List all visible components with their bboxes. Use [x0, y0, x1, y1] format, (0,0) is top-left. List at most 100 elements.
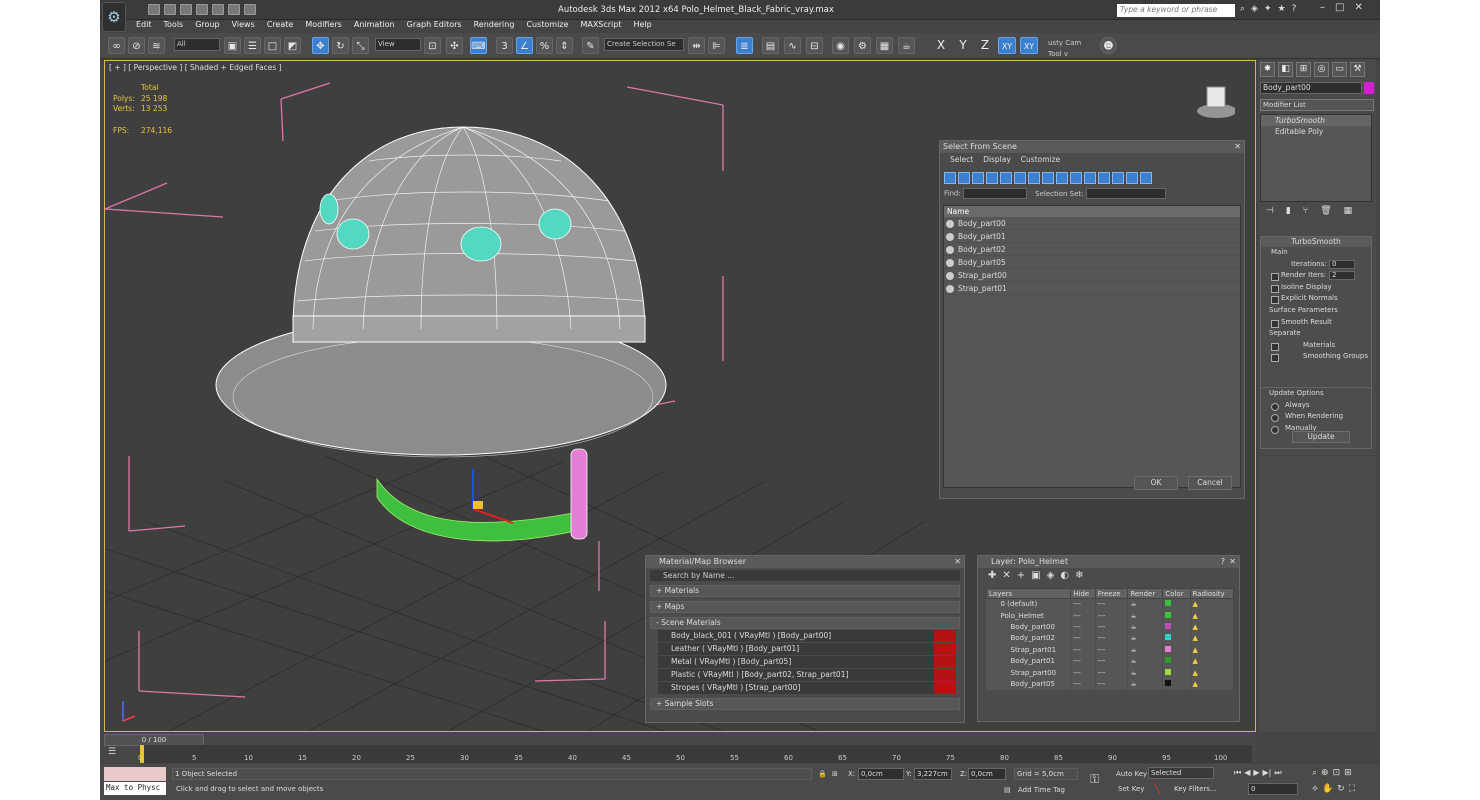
- freeze-cell[interactable]: ---: [1095, 678, 1129, 690]
- layer-color-swatch[interactable]: [1165, 634, 1172, 641]
- lock-selection-icon[interactable]: 🔒: [818, 770, 827, 778]
- minimize-icon[interactable]: –: [1320, 2, 1325, 13]
- previous-frame-icon[interactable]: ◀: [1244, 768, 1250, 778]
- manipulate-icon[interactable]: ✣: [446, 37, 463, 54]
- display-all-icon[interactable]: [1112, 172, 1124, 184]
- render-icon[interactable]: ☕: [1127, 598, 1164, 610]
- curve-editor-icon[interactable]: ∿: [784, 37, 801, 54]
- select-and-rotate-icon[interactable]: ↻: [332, 37, 349, 54]
- close-icon[interactable]: ✕: [954, 556, 961, 568]
- select-object-icon[interactable]: ▣: [224, 37, 241, 54]
- motion-tab-icon[interactable]: ◎: [1314, 62, 1329, 77]
- filter-lights-icon[interactable]: [972, 172, 984, 184]
- save-file-icon[interactable]: [180, 4, 192, 15]
- menu-maxscript[interactable]: MAXScript: [574, 20, 627, 32]
- menu-animation[interactable]: Animation: [348, 20, 401, 32]
- color-cell[interactable]: [1162, 644, 1191, 656]
- hide-cell[interactable]: ---: [1070, 632, 1096, 645]
- object-color-swatch[interactable]: [1364, 82, 1374, 94]
- filter-helpers-icon[interactable]: [1000, 172, 1012, 184]
- table-row[interactable]: Polo_Helmet --- --- ☕ ▲: [986, 609, 1235, 622]
- freeze-all-icon[interactable]: ❄: [1075, 570, 1083, 582]
- rect-selection-icon[interactable]: □: [264, 37, 281, 54]
- strap-buckle[interactable]: [570, 448, 588, 540]
- menu-tools[interactable]: Tools: [158, 20, 190, 32]
- display-none-icon[interactable]: [1126, 172, 1138, 184]
- color-cell[interactable]: [1162, 598, 1191, 610]
- maxscript-listener-pink[interactable]: [104, 767, 166, 781]
- app-logo-icon[interactable]: ⚙: [102, 2, 126, 32]
- angle-snap-icon[interactable]: ∠: [516, 37, 533, 54]
- col-hide[interactable]: Hide: [1070, 588, 1096, 599]
- hide-all-icon[interactable]: ◐: [1060, 570, 1069, 582]
- window-crossing-icon[interactable]: ◩: [284, 37, 301, 54]
- search-icon[interactable]: ⌕: [1240, 4, 1245, 14]
- z-coordinate-field[interactable]: 0,0cm: [968, 768, 1006, 780]
- next-frame-icon[interactable]: ▶|: [1263, 768, 1272, 778]
- redo-icon[interactable]: [212, 4, 224, 15]
- close-icon[interactable]: ✕: [1354, 2, 1362, 13]
- table-row[interactable]: Body_part05 --- --- ☕ ▲: [986, 678, 1235, 690]
- select-and-scale-icon[interactable]: ⤡: [352, 37, 369, 54]
- filter-xrefs-icon[interactable]: [1042, 172, 1054, 184]
- freeze-cell[interactable]: ---: [1095, 598, 1129, 610]
- material-item[interactable]: Stropes ( VRayMtl ) [Strap_part00]: [658, 682, 956, 694]
- field-of-view-icon[interactable]: ⟡: [1312, 784, 1318, 794]
- selection-set-dropdown[interactable]: [1085, 188, 1166, 199]
- menu-group[interactable]: Group: [189, 20, 225, 32]
- when-rendering-radio[interactable]: When Rendering: [1261, 411, 1371, 423]
- display-tab-icon[interactable]: ▭: [1332, 62, 1347, 77]
- hide-cell[interactable]: ---: [1070, 609, 1096, 622]
- find-input[interactable]: [962, 188, 1027, 199]
- show-end-result-icon[interactable]: ▮: [1286, 206, 1291, 216]
- col-radiosity[interactable]: Radiosity: [1189, 588, 1235, 599]
- layer-color-swatch[interactable]: [1165, 679, 1172, 686]
- isoline-display-checkbox[interactable]: Isoline Display: [1261, 282, 1371, 294]
- color-cell[interactable]: [1162, 621, 1191, 633]
- group-maps[interactable]: + Maps: [650, 601, 960, 613]
- search-input[interactable]: Type a keyword or phrase: [1117, 4, 1235, 17]
- constrain-y-button[interactable]: Y: [954, 37, 972, 54]
- render-production-icon[interactable]: ☕: [898, 37, 915, 54]
- maximize-viewport-icon[interactable]: ⛶: [1349, 784, 1355, 794]
- zoom-all-icon[interactable]: ⊕: [1321, 768, 1329, 778]
- filter-cameras-icon[interactable]: [986, 172, 998, 184]
- radiosity-icon[interactable]: ▲: [1190, 609, 1235, 622]
- color-cell[interactable]: [1162, 609, 1191, 622]
- schematic-view-icon[interactable]: ⊟: [806, 37, 823, 54]
- play-icon[interactable]: ▶: [1253, 768, 1259, 778]
- filter-geometry-icon[interactable]: [944, 172, 956, 184]
- menu-display[interactable]: Display: [983, 155, 1011, 164]
- layer-color-swatch[interactable]: [1165, 668, 1172, 675]
- constrain-xy-button[interactable]: XY: [998, 37, 1016, 54]
- smoothing-groups-checkbox[interactable]: Smoothing Groups: [1261, 351, 1371, 363]
- highlight-layer-icon[interactable]: ◈: [1047, 570, 1055, 582]
- render-iters-row[interactable]: Render Iters: 2: [1261, 270, 1371, 282]
- maxscript-input[interactable]: Max to Physc: [104, 782, 166, 795]
- dropdown-arrow-icon[interactable]: [244, 4, 256, 15]
- select-by-name-icon[interactable]: ☰: [244, 37, 261, 54]
- table-row[interactable]: Strap_part01 --- --- ☕ ▲: [986, 644, 1235, 656]
- link-icon[interactable]: ∞: [108, 37, 125, 54]
- add-to-layer-icon[interactable]: +: [1017, 570, 1025, 582]
- percent-snap-icon[interactable]: %: [536, 37, 553, 54]
- pan-icon[interactable]: ✋: [1322, 784, 1333, 794]
- bind-space-warp-icon[interactable]: ≋: [148, 37, 165, 54]
- zoom-extents-all-icon[interactable]: ⊞: [1344, 768, 1352, 778]
- zoom-icon[interactable]: ⌕: [1312, 768, 1317, 778]
- render-icon[interactable]: ☕: [1127, 666, 1164, 679]
- freeze-cell[interactable]: ---: [1095, 666, 1129, 679]
- filter-warps-icon[interactable]: [1014, 172, 1026, 184]
- select-in-layer-icon[interactable]: ▣: [1031, 570, 1040, 582]
- align-icon[interactable]: ⊫: [708, 37, 725, 54]
- list-item[interactable]: Strap_part01: [944, 282, 1240, 295]
- rollout-title[interactable]: TurboSmooth: [1261, 237, 1371, 247]
- menu-select[interactable]: Select: [950, 155, 973, 164]
- menu-customize[interactable]: Customize: [520, 20, 574, 32]
- object-name-field[interactable]: Body_part00: [1260, 82, 1362, 94]
- camtool-label[interactable]: usty Cam Tool v: [1046, 38, 1098, 58]
- material-item[interactable]: Plastic ( VRayMtl ) [Body_part02, Strap_…: [658, 669, 956, 681]
- list-item[interactable]: Body_part02: [944, 243, 1240, 256]
- table-row[interactable]: Body_part01 --- --- ☕ ▲: [986, 655, 1235, 667]
- render-iters-spinner[interactable]: 2: [1329, 271, 1355, 281]
